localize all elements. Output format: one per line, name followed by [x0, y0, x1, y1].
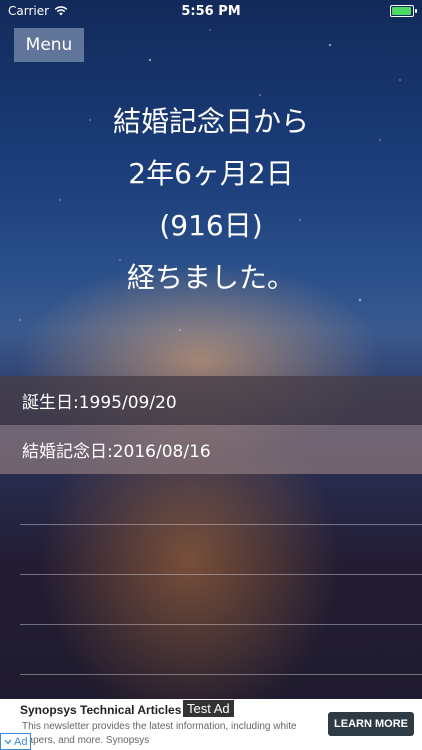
ad-description: This newsletter provides the latest info… — [22, 721, 297, 746]
birthday-label: 誕生日:1995/09/20 — [22, 393, 177, 413]
list-divider — [20, 674, 422, 675]
message-line-1: 結婚記念日から — [112, 105, 309, 138]
chevron-down-icon — [4, 739, 12, 744]
test-ad-badge: Test Ad — [183, 700, 234, 717]
wedding-label: 結婚記念日:2016/08/16 — [22, 442, 211, 462]
ad-choices-label: Ad — [14, 735, 28, 748]
status-bar: Carrier 5:56 PM — [0, 0, 422, 22]
list-divider — [20, 624, 422, 625]
menu-button[interactable]: Menu — [14, 28, 84, 62]
learn-more-button[interactable]: LEARN MORE — [328, 712, 414, 736]
status-time: 5:56 PM — [181, 3, 241, 19]
message-line-2: 2年6ヶ月2日 — [128, 157, 294, 190]
list-divider — [20, 524, 422, 525]
battery-level — [392, 7, 411, 15]
battery-icon — [390, 5, 417, 17]
elapsed-message: 結婚記念日から 2年6ヶ月2日 (916日) 経ちました。 — [0, 96, 422, 304]
message-line-4: 経ちました。 — [126, 261, 295, 294]
message-line-3: (916日) — [159, 209, 263, 242]
list-divider — [20, 574, 422, 575]
ad-choices[interactable]: Ad — [0, 733, 32, 750]
birthday-row[interactable]: 誕生日:1995/09/20 — [0, 376, 422, 425]
ad-title[interactable]: Synopsys Technical Articles — [20, 703, 181, 717]
wedding-row[interactable]: 結婚記念日:2016/08/16 — [0, 425, 422, 474]
ad-banner[interactable]: Synopsys Technical Articles Test Ad This… — [0, 699, 422, 750]
